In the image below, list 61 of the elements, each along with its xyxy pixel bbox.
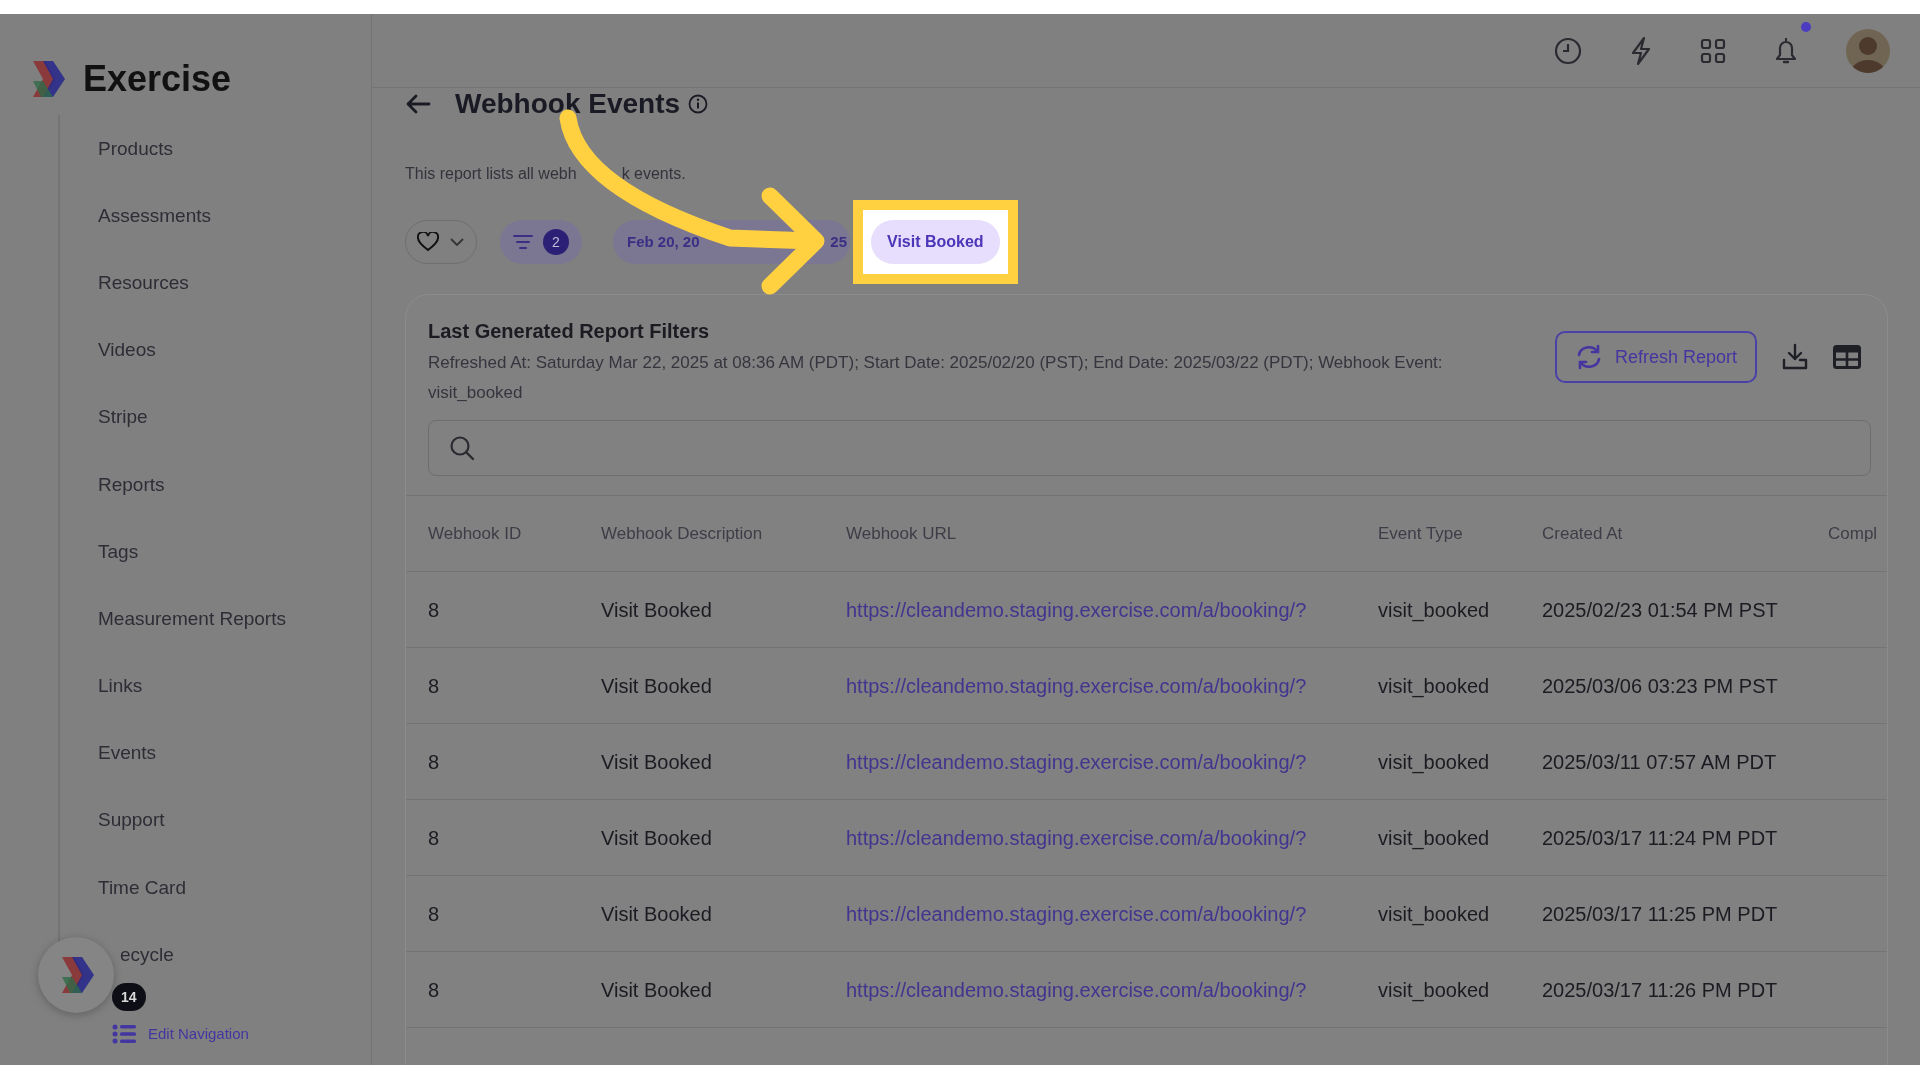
refresh-report-button[interactable]: Refresh Report [1554, 331, 1757, 383]
webhook-url-link[interactable]: https://cleandemo.staging.exercise.com/a/booking/? [846, 826, 1307, 849]
report-summary: Refreshed At: Saturday Mar 22, 2025 at 08:36 AM (PDT); Start Date: 2025/02/20 (PST); End Date: 2025/03/22 (PDT); Webhook Event: visit_booked [428, 352, 1444, 404]
description-text: k events. [621, 164, 686, 184]
table-cell: visit_booked [1378, 978, 1490, 1001]
column-header: Webhook URL [846, 495, 1378, 572]
card-title: Last Generated Report Filters [428, 319, 711, 344]
page-title: Webhook Events [455, 88, 681, 120]
table-cell: 2025/03/11 07:57 AM PDT [1542, 750, 1777, 773]
sidebar-item[interactable]: Support [98, 808, 165, 833]
sidebar-item[interactable]: Measurement Reports [98, 606, 286, 631]
table-cell: Visit Booked [601, 978, 712, 1001]
table-cell: 2025/02/23 01:54 PM PST [1542, 598, 1778, 621]
sidebar-item[interactable]: Products [98, 136, 173, 161]
description-text: This report lists all webh [405, 164, 577, 184]
brand-name: Exercise [83, 58, 232, 99]
table-cell: 8 [428, 674, 440, 697]
table-cell: 2025/03/17 11:26 PM PDT [1542, 978, 1778, 1001]
table-cell: visit_booked [1378, 674, 1490, 697]
sidebar-item[interactable]: Links [98, 674, 143, 699]
table-cell: visit_booked [1378, 902, 1490, 925]
sidebar-item[interactable]: Stripe [98, 405, 148, 430]
column-header: Created At [1542, 495, 1828, 572]
table-cell: 8 [428, 902, 440, 925]
filter-count-badge: 2 [543, 229, 569, 255]
webhook-url-link[interactable]: https://cleandemo.staging.exercise.com/a/booking/? [846, 750, 1307, 773]
table-cell: 8 [428, 598, 440, 621]
column-header: Webhook Description [601, 495, 846, 572]
webhook-url-link[interactable]: https://cleandemo.staging.exercise.com/a/booking/? [846, 902, 1307, 925]
table-cell: visit_booked [1378, 826, 1490, 849]
table-cell: 2025/03/06 03:23 PM PST [1542, 674, 1778, 697]
webhook-url-link[interactable]: https://cleandemo.staging.exercise.com/a/booking/? [846, 978, 1307, 1001]
edit-navigation-link[interactable]: Edit Navigation [112, 1023, 249, 1046]
table-cell: Visit Booked [601, 598, 712, 621]
table-cell: Visit Booked [601, 674, 712, 697]
count-badge: 14 [112, 983, 146, 1011]
table-cell: visit_booked [1378, 750, 1490, 773]
table-cell: Visit Booked [601, 902, 712, 925]
sidebar-item[interactable]: Reports [98, 472, 165, 497]
table-cell: 8 [428, 978, 440, 1001]
sidebar-item[interactable]: Videos [98, 338, 156, 363]
table-cell: 2025/03/17 11:24 PM PDT [1542, 826, 1778, 849]
sidebar-item[interactable]: Tags [98, 539, 139, 564]
table-cell: visit_booked [1378, 598, 1490, 621]
sidebar-item[interactable]: Events [98, 741, 157, 766]
table-cell: 8 [428, 750, 440, 773]
column-header: Event Type [1378, 495, 1542, 572]
table-cell: Visit Booked [601, 826, 712, 849]
column-header: Compl [1828, 495, 1887, 572]
sidebar-item[interactable]: Resources [98, 270, 189, 295]
sidebar-item[interactable]: Time Card [98, 875, 186, 900]
webhook-url-link[interactable]: https://cleandemo.staging.exercise.com/a/booking/? [846, 674, 1307, 697]
sidebar-item[interactable]: Assessments [98, 203, 211, 228]
table-cell: 8 [428, 826, 440, 849]
table-cell: 2025/03/17 11:25 PM PDT [1542, 902, 1778, 925]
column-header: Webhook ID [406, 495, 601, 572]
sidebar-item[interactable]: ecycle [120, 942, 174, 967]
filter-button[interactable]: 2 [500, 220, 582, 264]
event-filter-chip[interactable]: Visit Booked [871, 220, 1000, 264]
webhook-url-link[interactable]: https://cleandemo.staging.exercise.com/a/booking/? [846, 598, 1307, 621]
table-cell: Visit Booked [601, 750, 712, 773]
